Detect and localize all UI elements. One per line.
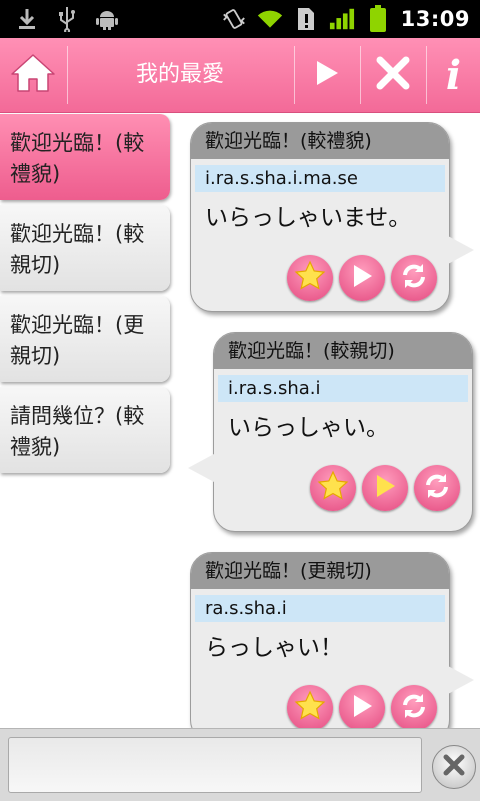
favorite-item[interactable]: 歡迎光臨！(較禮貌) xyxy=(0,114,170,200)
star-icon xyxy=(317,470,349,506)
favorite-item-label: 歡迎光臨！(更親切) xyxy=(10,313,145,368)
info-button[interactable]: i xyxy=(427,38,480,112)
phrase-card: 歡迎光臨！(較禮貌) i.ra.s.sha.i.ma.se いらっしゃいませ。 xyxy=(190,122,450,312)
play-button[interactable] xyxy=(362,465,408,511)
info-icon: i xyxy=(445,51,462,99)
play-button[interactable] xyxy=(339,255,385,301)
bubble-tail xyxy=(188,454,214,482)
bubble-tail xyxy=(448,666,474,694)
favorite-button[interactable] xyxy=(287,255,333,301)
favorite-item[interactable]: 請問幾位？(較禮貌) xyxy=(0,387,170,473)
phrase-title: 歡迎光臨！(更親切) xyxy=(191,553,449,589)
phrase-japanese: いらっしゃいませ。 xyxy=(205,205,412,231)
phrase-title: 歡迎光臨！(較親切) xyxy=(214,333,472,369)
favorite-item[interactable]: 歡迎光臨！(較親切) xyxy=(0,205,170,291)
favorite-item[interactable]: 歡迎光臨！(更親切) xyxy=(0,296,170,382)
phrase-title: 歡迎光臨！(較禮貌) xyxy=(191,123,449,159)
phrase-romanization: i.ra.s.sha.i.ma.se xyxy=(195,165,445,192)
download-icon xyxy=(14,6,40,32)
favorites-list: 歡迎光臨！(較禮貌) 歡迎光臨！(較親切) 歡迎光臨！(更親切) 請問幾位？(較… xyxy=(0,114,176,478)
bottom-bar xyxy=(0,728,480,801)
battery-icon xyxy=(365,5,391,32)
phrase-romanization: ra.s.sha.i xyxy=(195,595,445,622)
wifi-icon xyxy=(257,6,283,32)
close-button[interactable] xyxy=(361,38,425,112)
favorite-item-label: 請問幾位？(較禮貌) xyxy=(10,404,145,459)
alert-icon xyxy=(293,6,319,32)
home-icon xyxy=(10,52,56,98)
close-icon xyxy=(375,55,411,95)
android-icon xyxy=(94,6,120,32)
status-time: 13:09 xyxy=(400,7,470,31)
status-bar: 13:09 xyxy=(0,0,480,38)
play-icon xyxy=(372,472,398,504)
star-icon xyxy=(294,690,326,726)
favorite-button[interactable] xyxy=(287,685,333,731)
play-all-button[interactable] xyxy=(295,38,359,112)
play-button[interactable] xyxy=(339,685,385,731)
star-icon xyxy=(294,260,326,296)
app-header: 我的最愛 i xyxy=(0,38,480,113)
phrase-card: 歡迎光臨！(更親切) ra.s.sha.i らっしゃい！ xyxy=(190,552,450,742)
repeat-icon xyxy=(422,471,452,505)
phrase-card: 歡迎光臨！(較親切) i.ra.s.sha.i いらっしゃい。 xyxy=(213,332,473,532)
favorite-item-label: 歡迎光臨！(較禮貌) xyxy=(10,131,145,186)
close-icon xyxy=(442,753,466,781)
repeat-icon xyxy=(399,691,429,725)
repeat-icon xyxy=(399,261,429,295)
repeat-button[interactable] xyxy=(391,685,437,731)
search-input[interactable] xyxy=(8,737,422,793)
signal-icon xyxy=(329,6,355,32)
bubble-tail xyxy=(448,236,474,264)
phrase-japanese: いらっしゃい。 xyxy=(228,415,389,441)
favorite-item-label: 歡迎光臨！(較親切) xyxy=(10,222,145,277)
vibrate-icon xyxy=(221,6,247,32)
usb-icon xyxy=(54,6,80,32)
phrase-romanization: i.ra.s.sha.i xyxy=(218,375,468,402)
repeat-button[interactable] xyxy=(414,465,460,511)
home-button[interactable] xyxy=(0,38,66,112)
page-title: 我的最愛 xyxy=(135,62,224,87)
play-icon xyxy=(349,262,375,294)
favorite-button[interactable] xyxy=(310,465,356,511)
play-icon xyxy=(313,58,341,92)
play-icon xyxy=(349,692,375,724)
repeat-button[interactable] xyxy=(391,255,437,301)
phrase-japanese: らっしゃい！ xyxy=(205,635,343,661)
clear-button[interactable] xyxy=(432,745,476,789)
